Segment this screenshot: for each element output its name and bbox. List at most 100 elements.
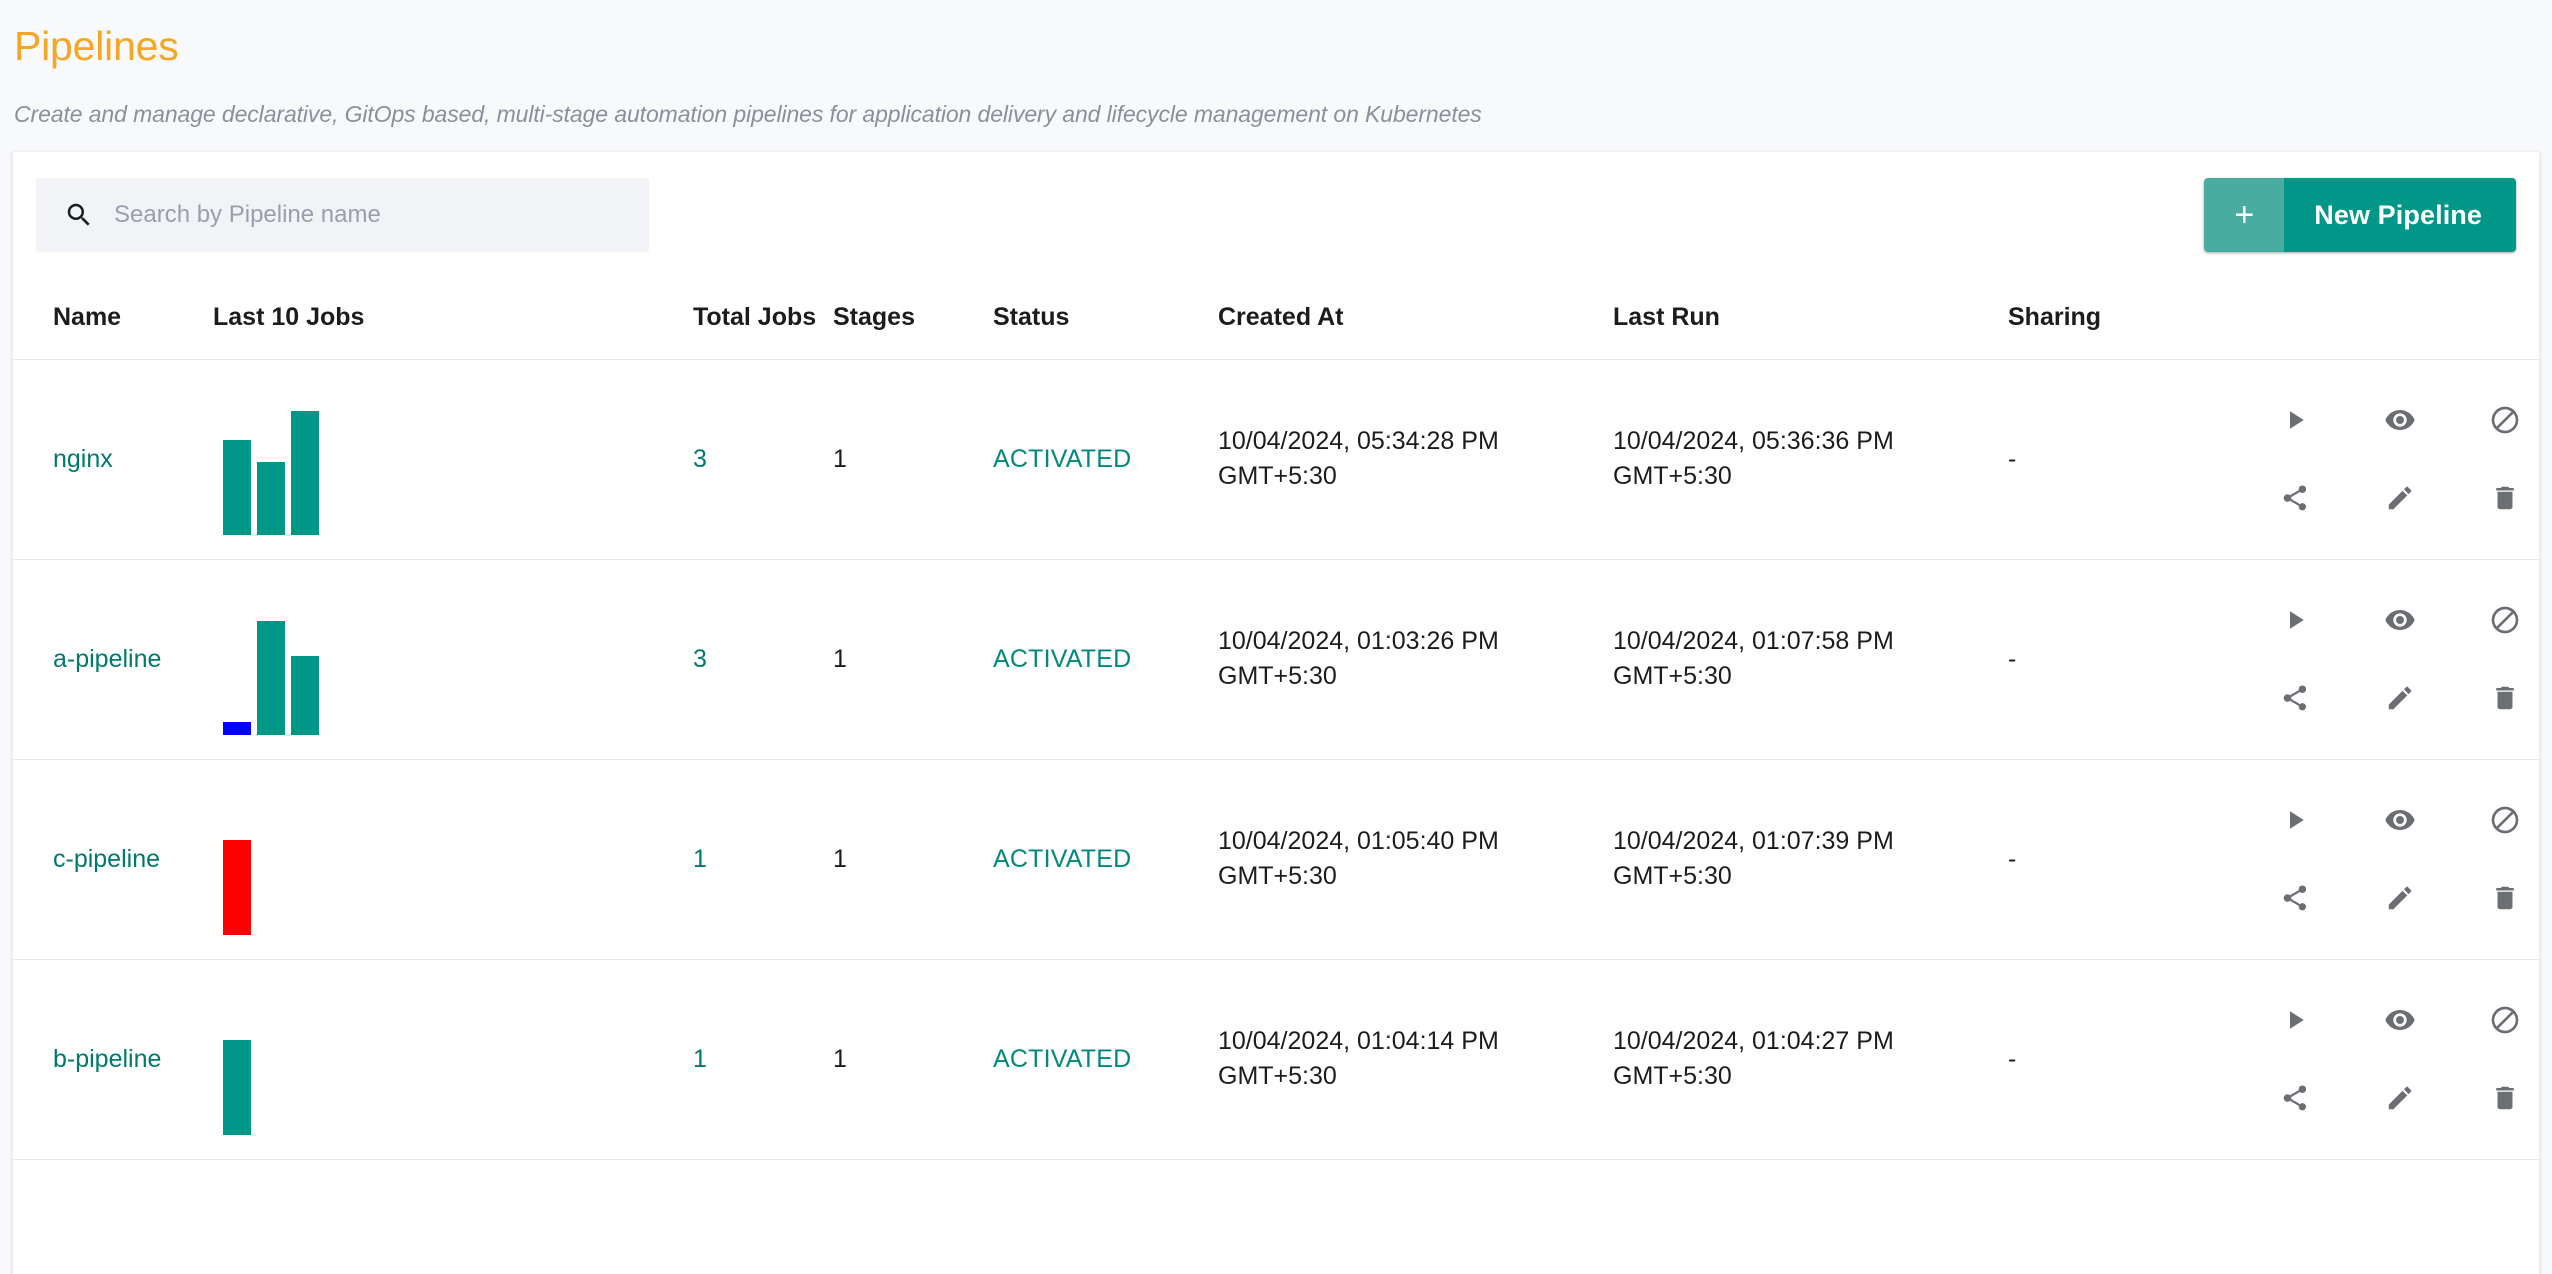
- row-actions-cell: [2243, 959, 2539, 1160]
- trash-icon: [2490, 1083, 2520, 1113]
- status-cell: ACTIVATED: [993, 759, 1218, 960]
- view-pipeline-button[interactable]: [2378, 798, 2422, 842]
- job-bar-success[interactable]: [257, 621, 285, 736]
- eye-icon: [2384, 404, 2416, 436]
- pencil-icon: [2385, 883, 2415, 913]
- stages-cell: 1: [833, 959, 993, 1160]
- disable-pipeline-button[interactable]: [2483, 598, 2527, 642]
- share-icon: [2280, 683, 2310, 713]
- total-jobs-cell: 3: [693, 359, 833, 560]
- view-pipeline-button[interactable]: [2378, 598, 2422, 642]
- run-pipeline-button[interactable]: [2273, 398, 2317, 442]
- column-header-total[interactable]: Total Jobs: [693, 276, 833, 360]
- block-icon: [2489, 604, 2521, 636]
- job-bar-success[interactable]: [291, 410, 319, 536]
- sharing-value: -: [2008, 644, 2017, 673]
- play-icon: [2280, 605, 2310, 635]
- column-header-lastrun[interactable]: Last Run: [1613, 276, 2008, 360]
- edit-pipeline-button[interactable]: [2378, 476, 2422, 520]
- job-bar-success[interactable]: [223, 1039, 251, 1136]
- pipeline-name-link[interactable]: c-pipeline: [53, 841, 160, 877]
- last-10-jobs-cell: [213, 959, 693, 1160]
- pipeline-name-link[interactable]: a-pipeline: [53, 641, 161, 677]
- column-header-sharing[interactable]: Sharing: [2008, 276, 2243, 360]
- last-10-jobs-chart: [213, 983, 693, 1136]
- page-title: Pipelines: [14, 23, 179, 69]
- pipeline-name-link[interactable]: b-pipeline: [53, 1041, 161, 1077]
- delete-pipeline-button[interactable]: [2483, 676, 2527, 720]
- column-header-stages[interactable]: Stages: [833, 276, 993, 360]
- view-pipeline-button[interactable]: [2378, 398, 2422, 442]
- edit-pipeline-button[interactable]: [2378, 676, 2422, 720]
- column-header-status[interactable]: Status: [993, 276, 1218, 360]
- created-at-cell: 10/04/2024, 01:04:14 PM GMT+5:30: [1218, 959, 1613, 1160]
- job-bar-success[interactable]: [223, 439, 251, 536]
- page-header: Pipelines Create and manage declarative,…: [0, 0, 2552, 128]
- created-at-cell: 10/04/2024, 05:34:28 PM GMT+5:30: [1218, 359, 1613, 560]
- pipelines-table: Name Last 10 Jobs Total Jobs Stages Stat…: [13, 276, 2539, 1160]
- edit-pipeline-button[interactable]: [2378, 876, 2422, 920]
- total-jobs-cell: 1: [693, 959, 833, 1160]
- job-bar-running[interactable]: [223, 721, 251, 736]
- last-run-value: 10/04/2024, 01:04:27 PM GMT+5:30: [1613, 1026, 1894, 1091]
- row-actions: [2243, 598, 2539, 720]
- pencil-icon: [2385, 683, 2415, 713]
- column-header-created[interactable]: Created At: [1218, 276, 1613, 360]
- last-run-value: 10/04/2024, 05:36:36 PM GMT+5:30: [1613, 426, 1894, 491]
- stages-cell: 1: [833, 359, 993, 560]
- column-header-last10[interactable]: Last 10 Jobs: [213, 276, 693, 360]
- delete-pipeline-button[interactable]: [2483, 476, 2527, 520]
- total-jobs-link[interactable]: 1: [693, 1045, 707, 1073]
- delete-pipeline-button[interactable]: [2483, 876, 2527, 920]
- last-run-cell: 10/04/2024, 05:36:36 PM GMT+5:30: [1613, 359, 2008, 560]
- pipeline-name-cell: c-pipeline: [13, 759, 213, 960]
- run-pipeline-button[interactable]: [2273, 798, 2317, 842]
- new-pipeline-button[interactable]: + New Pipeline: [2204, 178, 2516, 253]
- sharing-value: -: [2008, 844, 2017, 873]
- share-icon: [2280, 1083, 2310, 1113]
- status-cell: ACTIVATED: [993, 359, 1218, 560]
- edit-pipeline-button[interactable]: [2378, 1076, 2422, 1120]
- share-pipeline-button[interactable]: [2273, 676, 2317, 720]
- job-bar-success[interactable]: [291, 656, 319, 736]
- row-actions: [2243, 398, 2539, 520]
- share-pipeline-button[interactable]: [2273, 1076, 2317, 1120]
- sharing-value: -: [2008, 444, 2017, 473]
- status-cell: ACTIVATED: [993, 559, 1218, 760]
- delete-pipeline-button[interactable]: [2483, 1076, 2527, 1120]
- last-10-jobs-cell: [213, 359, 693, 560]
- run-pipeline-button[interactable]: [2273, 998, 2317, 1042]
- total-jobs-link[interactable]: 3: [693, 445, 707, 473]
- stages-value: 1: [833, 1044, 847, 1073]
- column-header-name[interactable]: Name: [13, 276, 213, 360]
- new-pipeline-label: New Pipeline: [2284, 178, 2516, 253]
- search-box[interactable]: [36, 178, 649, 253]
- status-badge: ACTIVATED: [993, 844, 1132, 873]
- job-bar-failed[interactable]: [223, 839, 251, 936]
- share-pipeline-button[interactable]: [2273, 876, 2317, 920]
- total-jobs-cell: 3: [693, 559, 833, 760]
- sharing-cell: -: [2008, 759, 2243, 960]
- last-10-jobs-chart: [213, 583, 693, 736]
- pipeline-name-cell: nginx: [13, 359, 213, 560]
- total-jobs-link[interactable]: 1: [693, 845, 707, 873]
- sharing-cell: -: [2008, 559, 2243, 760]
- view-pipeline-button[interactable]: [2378, 998, 2422, 1042]
- table-row: a-pipeline 3 1 ACTIVATED 10/04/2024, 01:03:2…: [13, 559, 2539, 760]
- disable-pipeline-button[interactable]: [2483, 998, 2527, 1042]
- play-icon: [2280, 405, 2310, 435]
- eye-icon: [2384, 604, 2416, 636]
- share-pipeline-button[interactable]: [2273, 476, 2317, 520]
- run-pipeline-button[interactable]: [2273, 598, 2317, 642]
- pipeline-name-link[interactable]: nginx: [53, 441, 113, 477]
- job-bar-success[interactable]: [257, 462, 285, 536]
- disable-pipeline-button[interactable]: [2483, 798, 2527, 842]
- created-at-value: 10/04/2024, 05:34:28 PM GMT+5:30: [1218, 426, 1499, 491]
- page-subtitle: Create and manage declarative, GitOps ba…: [14, 101, 1482, 128]
- disable-pipeline-button[interactable]: [2483, 398, 2527, 442]
- last-10-jobs-chart: [213, 783, 693, 936]
- search-input[interactable]: [94, 178, 649, 253]
- search-icon: [67, 203, 90, 226]
- table-header-row: Name Last 10 Jobs Total Jobs Stages Stat…: [13, 276, 2539, 360]
- total-jobs-link[interactable]: 3: [693, 645, 707, 673]
